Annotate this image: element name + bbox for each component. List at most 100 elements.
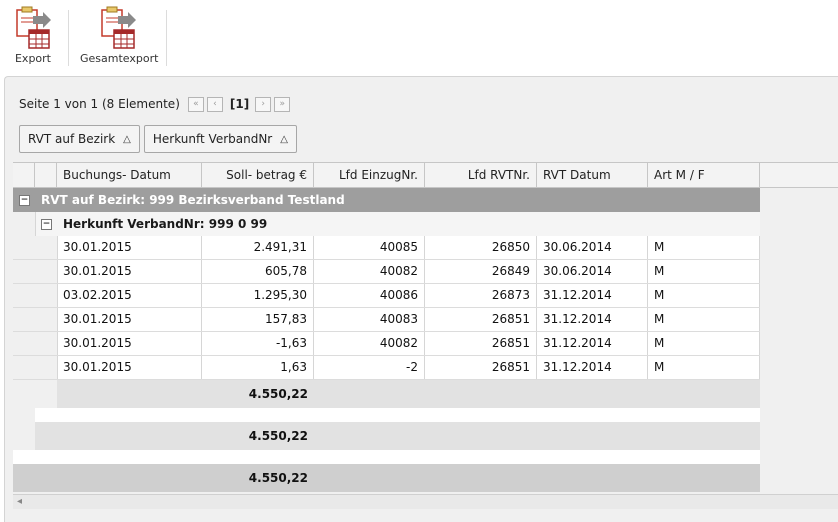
indent-cell xyxy=(13,380,58,408)
cell-art: M xyxy=(648,260,760,283)
spacer-row xyxy=(13,450,760,464)
group-row-label: Herkunft VerbandNr: 999 0 99 xyxy=(63,217,268,231)
pager-next-button[interactable]: › xyxy=(255,96,272,112)
grid-header: Buchungs- Datum Soll- betrag € Lfd Einzu… xyxy=(13,162,838,188)
subtotal-row-herkunft: 4.550,22 xyxy=(13,380,760,408)
indent-cell xyxy=(13,356,58,379)
toolbar-separator xyxy=(166,10,167,66)
indent-cell xyxy=(13,284,58,307)
cell-datum: 30.01.2015 xyxy=(57,236,202,259)
cell-einzug: 40085 xyxy=(314,236,425,259)
data-rows: 30.01.2015 2.491,31 40085 26850 30.06.2014 M 3… xyxy=(13,236,838,380)
cell-datum: 30.01.2015 xyxy=(57,356,202,379)
indent-cell xyxy=(13,408,36,422)
table-row[interactable]: 03.02.2015 1.295,30 40086 26873 31.12.2014 M xyxy=(13,284,760,308)
indent-cell xyxy=(13,260,58,283)
pager-first-button[interactable]: « xyxy=(187,96,204,112)
cell-einzug: 40082 xyxy=(314,260,425,283)
cell-einzug: 40086 xyxy=(314,284,425,307)
cell-datum: 30.01.2015 xyxy=(57,308,202,331)
header-rvtnr[interactable]: Lfd RVTNr. xyxy=(425,163,537,187)
horizontal-scrollbar[interactable]: ◂ xyxy=(13,494,838,509)
sort-ascending-icon: △ xyxy=(280,133,288,145)
group-panel: RVT auf Bezirk △ Herkunft VerbandNr △ xyxy=(19,125,301,153)
table-row[interactable]: 30.01.2015 157,83 40083 26851 31.12.2014 M xyxy=(13,308,760,332)
subtotal-bg xyxy=(57,380,760,408)
cell-art: M xyxy=(648,284,760,307)
cell-rvtdatum: 30.06.2014 xyxy=(537,260,648,283)
header-buchungsdatum[interactable]: Buchungs- Datum xyxy=(57,163,202,187)
cell-rvt: 26851 xyxy=(425,308,537,331)
cell-art: M xyxy=(648,236,760,259)
table-row[interactable]: 30.01.2015 605,78 40082 26849 30.06.2014 M xyxy=(13,260,760,284)
indent-cell xyxy=(13,212,36,236)
indent-header xyxy=(35,163,57,187)
cell-datum: 30.01.2015 xyxy=(57,332,202,355)
table-row[interactable]: 30.01.2015 2.491,31 40085 26850 30.06.2014 M xyxy=(13,236,760,260)
cell-soll: -1,63 xyxy=(202,332,314,355)
cell-soll: 2.491,31 xyxy=(202,236,314,259)
indent-cell xyxy=(13,332,58,355)
header-art[interactable]: Art M / F xyxy=(648,163,760,187)
cell-einzug: 40083 xyxy=(314,308,425,331)
indent-cell xyxy=(13,422,36,450)
pager-summary: Seite 1 von 1 (8 Elemente) xyxy=(19,97,180,111)
cell-soll: 1.295,30 xyxy=(202,284,314,307)
cell-einzug: 40082 xyxy=(314,332,425,355)
pager-last-button[interactable]: » xyxy=(274,96,291,112)
table-row[interactable]: 30.01.2015 -1,63 40082 26851 31.12.2014 M xyxy=(13,332,760,356)
cell-rvtdatum: 31.12.2014 xyxy=(537,308,648,331)
subtotal-value: 4.550,22 xyxy=(248,387,308,401)
cell-soll: 1,63 xyxy=(202,356,314,379)
pager-prev-button[interactable]: ‹ xyxy=(206,96,223,112)
cell-rvt: 26873 xyxy=(425,284,537,307)
header-rvtdatum[interactable]: RVT Datum xyxy=(537,163,648,187)
fullexport-button[interactable]: Gesamtexport xyxy=(80,6,159,65)
cell-rvt: 26849 xyxy=(425,260,537,283)
cell-art: M xyxy=(648,356,760,379)
fullexport-label: Gesamtexport xyxy=(80,52,159,65)
header-sollbetrag[interactable]: Soll- betrag € xyxy=(202,163,314,187)
subtotal-row-bezirk: 4.550,22 xyxy=(13,422,760,450)
collapse-icon[interactable]: − xyxy=(41,219,52,230)
sort-ascending-icon: △ xyxy=(123,133,131,145)
table-row[interactable]: 30.01.2015 1,63 -2 26851 31.12.2014 M xyxy=(13,356,760,380)
group-row-herkunft: − Herkunft VerbandNr: 999 0 99 xyxy=(13,212,760,236)
indent-header xyxy=(13,163,35,187)
export-button[interactable]: Export xyxy=(10,6,56,65)
subtotal-value: 4.550,22 xyxy=(248,429,308,443)
indent-cell xyxy=(13,236,58,259)
export-icon xyxy=(13,6,53,50)
pager-current-page: [1] xyxy=(229,97,250,111)
cell-rvtdatum: 31.12.2014 xyxy=(537,356,648,379)
group-chip-label: RVT auf Bezirk xyxy=(28,132,116,146)
scroll-left-icon[interactable]: ◂ xyxy=(17,495,22,509)
cell-rvtdatum: 31.12.2014 xyxy=(537,332,648,355)
cell-rvt: 26851 xyxy=(425,332,537,355)
cell-rvtdatum: 30.06.2014 xyxy=(537,236,648,259)
fullexport-icon xyxy=(98,6,138,50)
cell-datum: 03.02.2015 xyxy=(57,284,202,307)
header-einzugnr[interactable]: Lfd EinzugNr. xyxy=(314,163,425,187)
pager-top: Seite 1 von 1 (8 Elemente) « ‹ [1] › » xyxy=(19,95,293,113)
cell-soll: 605,78 xyxy=(202,260,314,283)
indent-cell xyxy=(13,308,58,331)
data-grid: Buchungs- Datum Soll- betrag € Lfd Einzu… xyxy=(13,162,838,509)
cell-datum: 30.01.2015 xyxy=(57,260,202,283)
grand-total-row: 4.550,22 xyxy=(13,464,760,492)
grand-total-value: 4.550,22 xyxy=(248,471,308,485)
toolbar: Export Gesamtexport xyxy=(0,0,838,74)
grid-panel: Seite 1 von 1 (8 Elemente) « ‹ [1] › » R… xyxy=(4,76,838,522)
cell-rvt: 26851 xyxy=(425,356,537,379)
group-chip-herkunft[interactable]: Herkunft VerbandNr △ xyxy=(143,125,297,153)
cell-art: M xyxy=(648,308,760,331)
toolbar-separator xyxy=(68,10,69,66)
group-row-label: RVT auf Bezirk: 999 Bezirksverband Testl… xyxy=(41,193,345,207)
cell-rvt: 26850 xyxy=(425,236,537,259)
group-chip-rvt-bezirk[interactable]: RVT auf Bezirk △ xyxy=(19,125,140,153)
spacer-row xyxy=(13,408,760,422)
collapse-icon[interactable]: − xyxy=(19,195,30,206)
cell-art: M xyxy=(648,332,760,355)
cell-rvtdatum: 31.12.2014 xyxy=(537,284,648,307)
group-row-bezirk: − RVT auf Bezirk: 999 Bezirksverband Tes… xyxy=(13,188,760,212)
